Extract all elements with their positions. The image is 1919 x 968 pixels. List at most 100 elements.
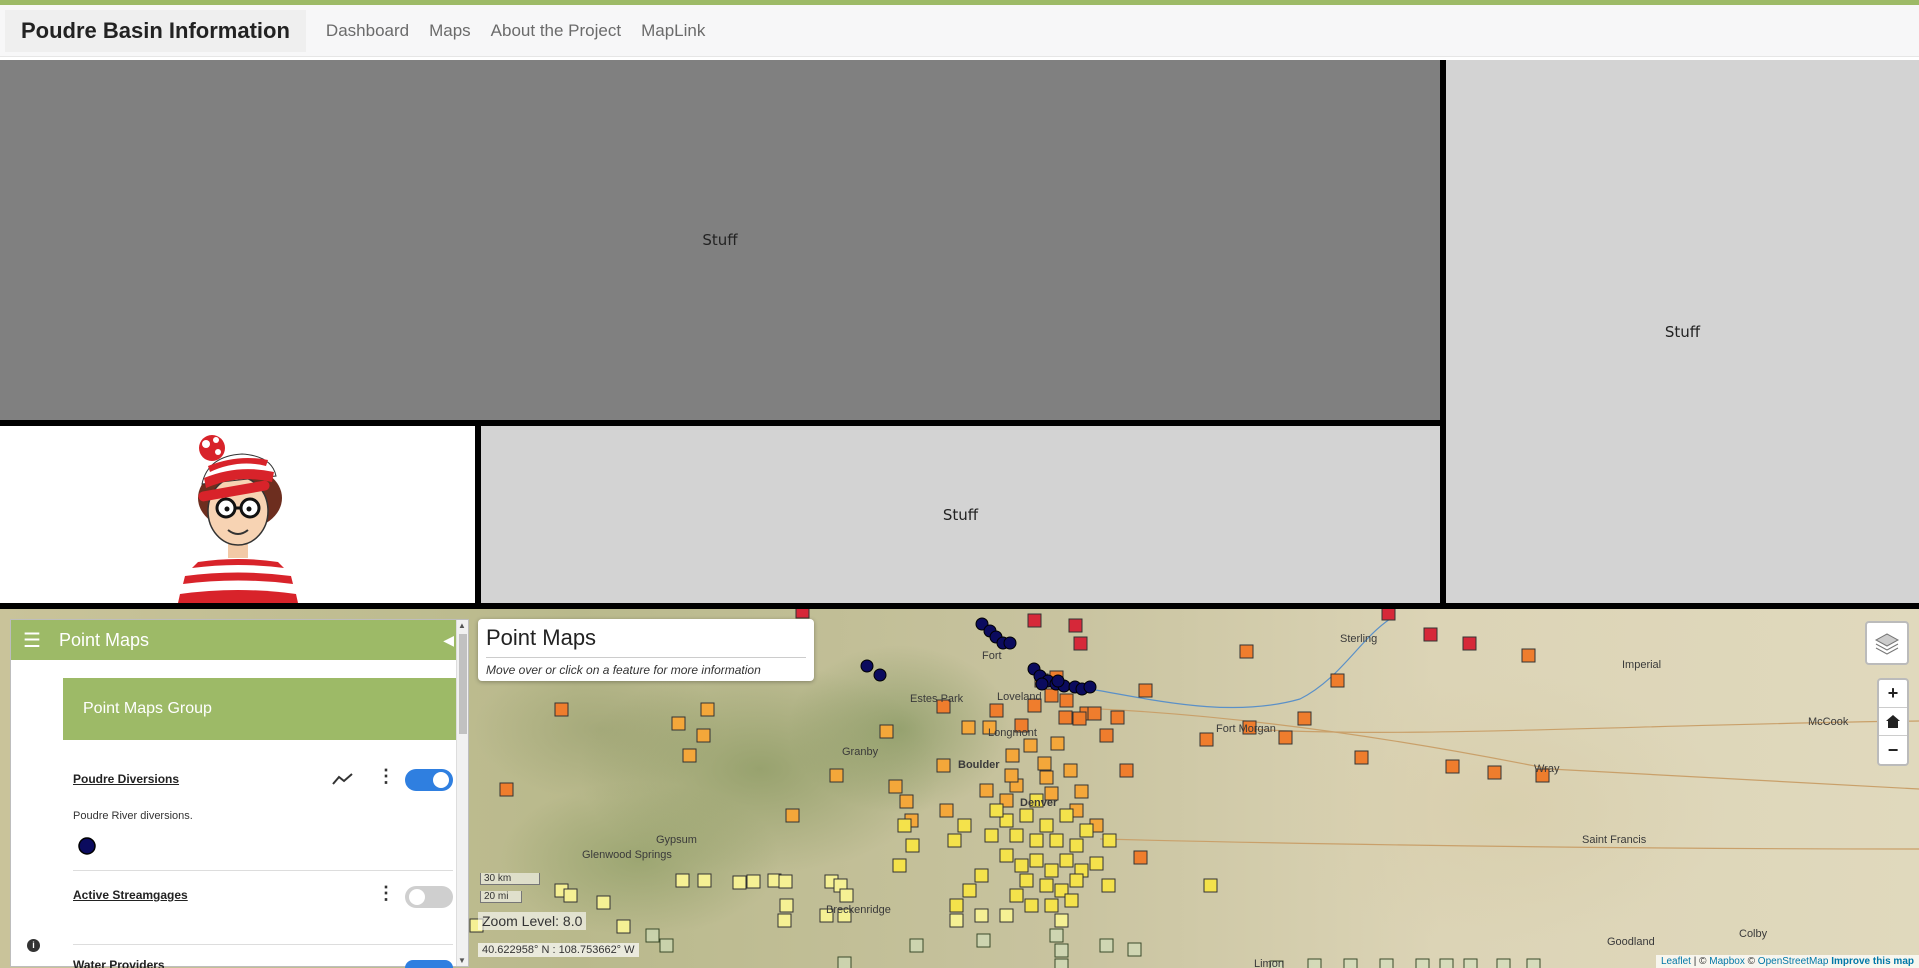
map-marker-square[interactable] [1445,759,1460,774]
map-marker-square[interactable] [1054,943,1069,958]
map-marker-square[interactable] [1415,958,1430,968]
map-marker-square[interactable] [1014,858,1029,873]
map-marker-square[interactable] [645,928,660,943]
home-button[interactable] [1879,708,1907,736]
map-marker-square[interactable] [554,702,569,717]
map-marker-square[interactable] [1133,850,1148,865]
map-marker-square[interactable] [1239,644,1254,659]
map-marker-square[interactable] [839,888,854,903]
map-marker-diversion[interactable] [860,659,874,673]
map-marker-square[interactable] [897,818,912,833]
map-marker-square[interactable] [1058,710,1073,725]
map-marker-square[interactable] [962,883,977,898]
map-marker-square[interactable] [1354,750,1369,765]
nav-link-dashboard[interactable]: Dashboard [326,21,409,41]
map-marker-square[interactable] [1138,683,1153,698]
map-marker-square[interactable] [499,782,514,797]
map-marker-square[interactable] [1044,898,1059,913]
map-marker-square[interactable] [732,875,747,890]
map-marker-square[interactable] [936,758,951,773]
map-marker-square[interactable] [1054,958,1069,968]
map-marker-square[interactable] [795,609,810,619]
map-marker-square[interactable] [961,720,976,735]
map-marker-square[interactable] [1496,958,1511,968]
layers-control-button[interactable] [1865,621,1909,665]
map-marker-square[interactable] [1079,823,1094,838]
map-marker-square[interactable] [1039,818,1054,833]
map-marker-square[interactable] [1199,732,1214,747]
info-icon[interactable]: i [27,939,40,952]
map-marker-square[interactable] [1462,636,1477,651]
map-marker-square[interactable] [1343,958,1358,968]
map-marker-square[interactable] [1009,828,1024,843]
map-marker-square[interactable] [671,716,686,731]
map-marker-square[interactable] [1099,728,1114,743]
map-marker-square[interactable] [1027,613,1042,628]
map-marker-square[interactable] [1059,853,1074,868]
map-marker-square[interactable] [1119,763,1134,778]
map-marker-square[interactable] [909,938,924,953]
map-marker-square[interactable] [1101,878,1116,893]
map-marker-square[interactable] [1004,768,1019,783]
map-marker-square[interactable] [778,874,793,889]
map-marker-square[interactable] [1087,706,1102,721]
map-marker-diversion[interactable] [1035,677,1049,691]
layer-menu-icon[interactable]: ⋮ [377,766,395,787]
map-marker-square[interactable] [957,818,972,833]
map-marker-square[interactable] [1379,958,1394,968]
map-marker-square[interactable] [1069,838,1084,853]
map-marker-square[interactable] [1005,748,1020,763]
layer-group-header[interactable]: Point Maps Group [63,678,456,740]
map-marker-square[interactable] [829,768,844,783]
map-marker-square[interactable] [1089,856,1104,871]
map-marker-square[interactable] [974,868,989,883]
hamburger-menu-icon[interactable]: ☰ [23,628,41,653]
map-marker-square[interactable] [999,848,1014,863]
map-marker-square[interactable] [949,898,964,913]
layer-toggle-water-providers[interactable] [405,960,453,968]
map-marker-square[interactable] [1127,942,1142,957]
trend-chart-icon[interactable] [331,771,355,787]
map-marker-square[interactable] [1072,711,1087,726]
map-marker-square[interactable] [616,919,631,934]
map-marker-square[interactable] [1278,730,1293,745]
map-marker-square[interactable] [1307,958,1322,968]
map-marker-square[interactable] [888,779,903,794]
zoom-out-button[interactable]: − [1879,736,1907,764]
map-marker-square[interactable] [777,913,792,928]
map-marker-square[interactable] [1487,765,1502,780]
map-marker-square[interactable] [682,748,697,763]
map-marker-square[interactable] [974,908,989,923]
map-marker-square[interactable] [947,833,962,848]
map-marker-square[interactable] [1019,873,1034,888]
map-marker-square[interactable] [700,702,715,717]
map-marker-square[interactable] [785,808,800,823]
map-marker-square[interactable] [1102,833,1117,848]
map-marker-square[interactable] [892,858,907,873]
map-marker-square[interactable] [1073,636,1088,651]
layer-name-water-providers[interactable]: Water Providers [73,958,165,968]
map-marker-square[interactable] [1110,710,1125,725]
layer-name-active-streamgages[interactable]: Active Streamgages [73,888,188,902]
mapbox-link[interactable]: Mapbox [1709,956,1745,967]
map-marker-square[interactable] [1069,873,1084,888]
map-marker-square[interactable] [1009,888,1024,903]
map-marker-square[interactable] [1054,913,1069,928]
map-marker-square[interactable] [1024,898,1039,913]
map-marker-square[interactable] [1039,770,1054,785]
map-marker-square[interactable] [596,895,611,910]
map-marker-square[interactable] [1059,808,1074,823]
map-marker-square[interactable] [1463,958,1478,968]
map-marker-square[interactable] [1049,928,1064,943]
layer-name-poudre-diversions[interactable]: Poudre Diversions [73,772,179,786]
leaflet-link[interactable]: Leaflet [1661,956,1691,967]
map-marker-square[interactable] [1037,756,1052,771]
map-marker-square[interactable] [1044,863,1059,878]
map-marker-diversion[interactable] [1003,636,1017,650]
map-marker-square[interactable] [1023,738,1038,753]
layer-toggle-poudre-diversions[interactable] [405,769,453,791]
map-marker-square[interactable] [999,908,1014,923]
map-marker-square[interactable] [1439,958,1454,968]
map-marker-square[interactable] [1029,833,1044,848]
map-marker-square[interactable] [1423,627,1438,642]
